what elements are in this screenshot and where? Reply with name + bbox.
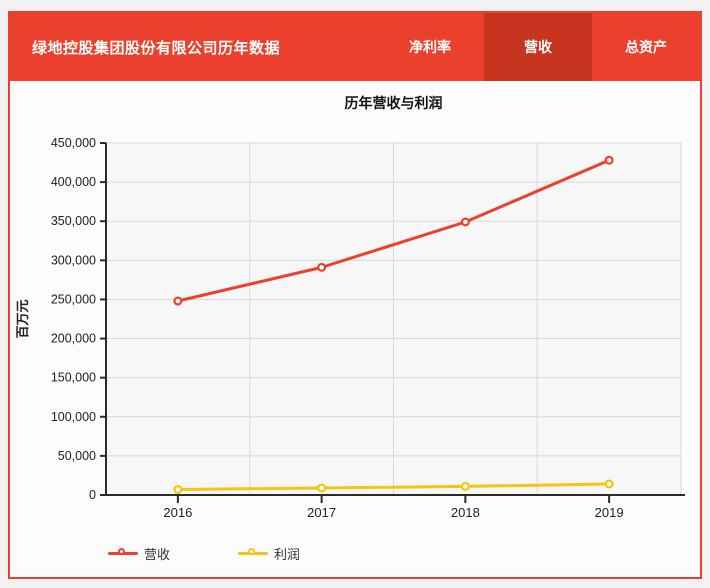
legend-line-icon	[108, 548, 138, 555]
tab-total-assets[interactable]: 总资产	[592, 13, 700, 81]
tab-net-margin[interactable]: 净利率	[376, 13, 484, 81]
legend-line-icon	[238, 548, 268, 555]
chart-title: 历年营收与利润	[344, 95, 443, 111]
tab-revenue[interactable]: 营收	[484, 13, 592, 81]
legend-label: 营收	[144, 547, 171, 562]
chart-legend: 营收 利润	[10, 544, 700, 564]
header-bar: 绿地控股集团股份有限公司历年数据 净利率 营收 总资产	[10, 13, 700, 81]
page-title: 绿地控股集团股份有限公司历年数据	[32, 39, 281, 57]
tab-bar: 净利率 营收 总资产	[376, 13, 700, 81]
legend-item-profit[interactable]: 利润	[238, 544, 300, 563]
legend-item-revenue[interactable]: 营收	[108, 544, 170, 563]
content-card: 绿地控股集团股份有限公司历年数据 净利率 营收 总资产 历年营收与利润 营收 利…	[8, 11, 702, 579]
legend-label: 利润	[274, 547, 301, 562]
legend-marker-icon	[248, 548, 255, 555]
legend-marker-icon	[118, 548, 125, 555]
